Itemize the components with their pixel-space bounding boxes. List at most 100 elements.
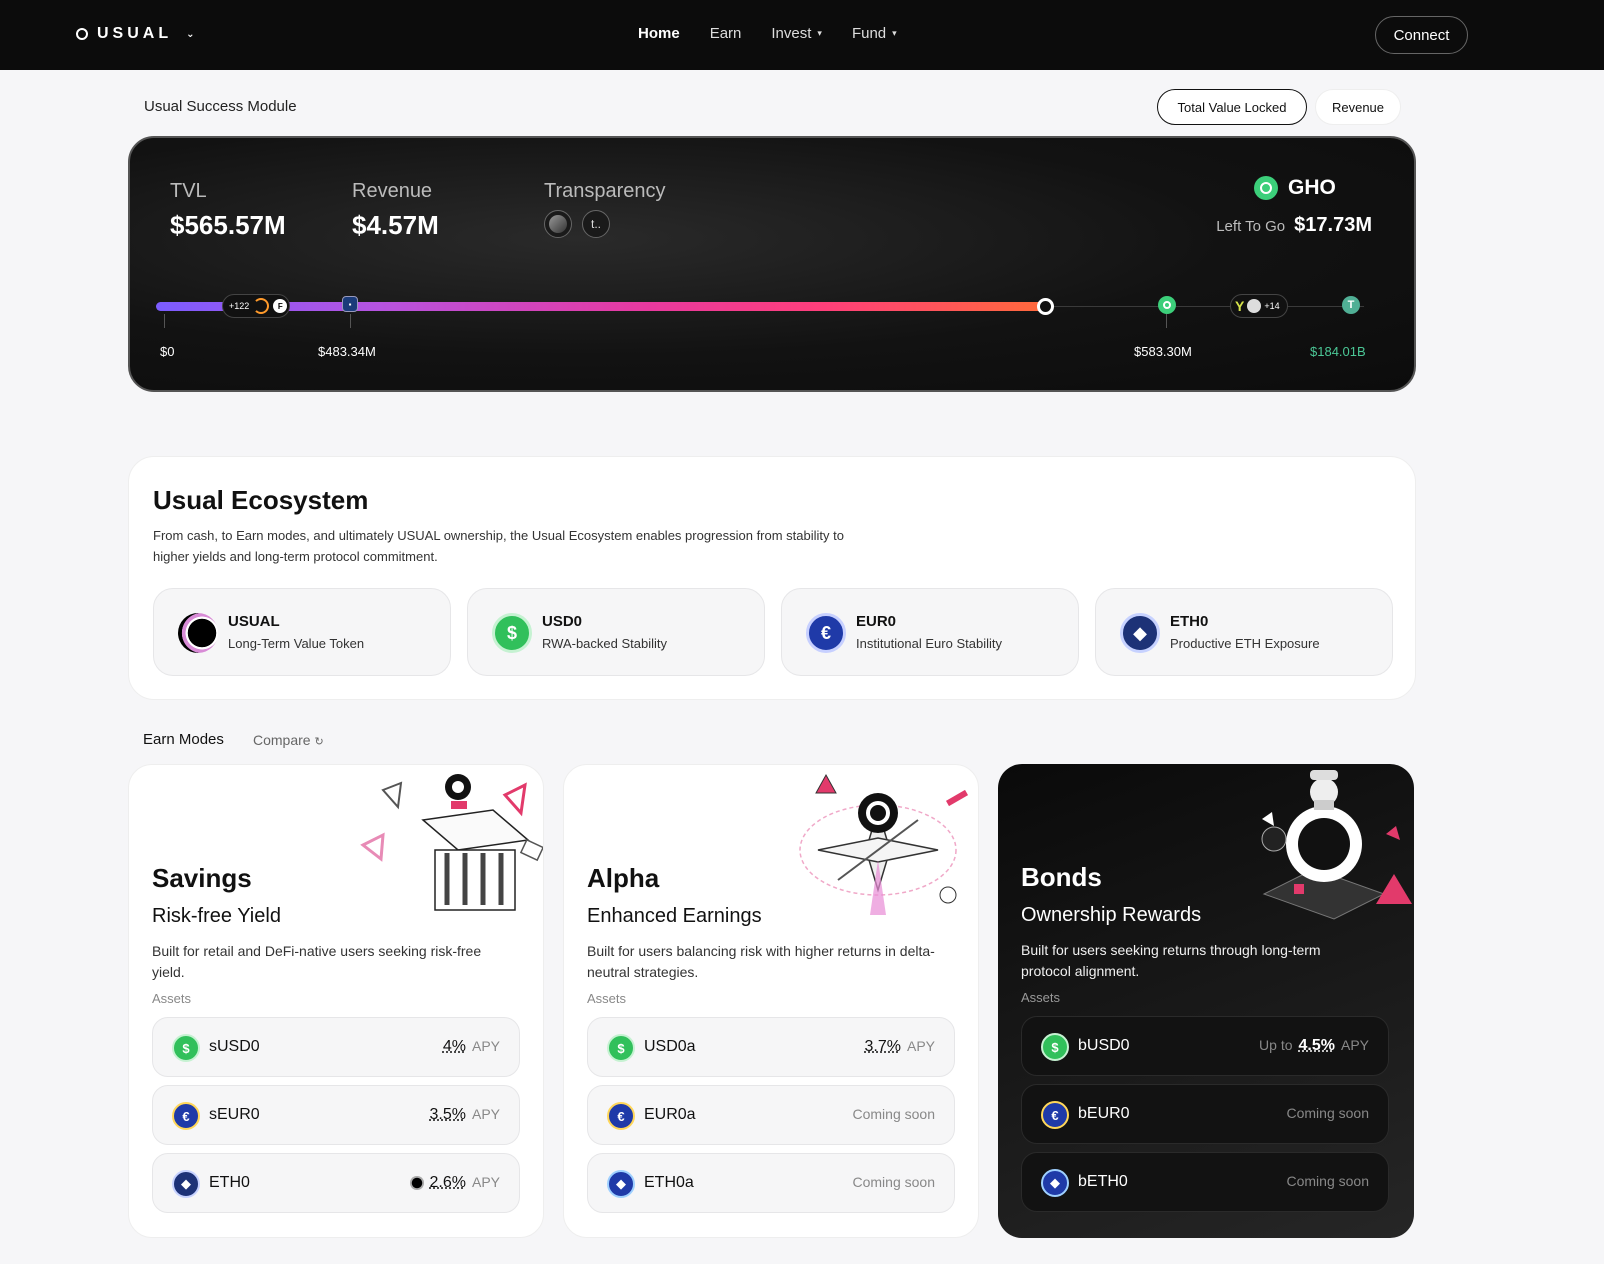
y-logo-icon: Y — [1235, 298, 1245, 314]
token-card-usd0[interactable]: $ USD0 RWA-backed Stability — [467, 588, 765, 676]
tvl-label: TVL — [170, 180, 207, 202]
toggle-total-value-locked[interactable]: Total Value Locked — [1157, 89, 1307, 125]
dollar-icon: $ — [492, 613, 532, 653]
apy-unit: APY — [471, 1038, 500, 1054]
toggle-revenue[interactable]: Revenue — [1315, 89, 1401, 125]
nav-invest[interactable]: Invest ▾ — [771, 25, 822, 42]
token-sub: RWA-backed Stability — [542, 636, 667, 651]
coming-soon: Coming soon — [1286, 1105, 1370, 1121]
dollar-icon: $ — [1041, 1033, 1069, 1061]
progress-knob — [1037, 298, 1054, 315]
asset-row-eth0[interactable]: ◆ ETH0 2.6% APY — [152, 1153, 520, 1213]
more-partners-pill[interactable]: Y +14 — [1230, 294, 1288, 318]
apy-value: 4% — [442, 1038, 466, 1055]
asset-row-seur0[interactable]: € sEUR0 3.5% APY — [152, 1085, 520, 1145]
more-count: +14 — [1264, 301, 1280, 311]
apy-prefix: Up to — [1259, 1037, 1293, 1053]
mode-card-alpha[interactable]: Alpha Enhanced Earnings Built for users … — [563, 764, 979, 1238]
scale-milestone-2: $583.30M — [1134, 344, 1192, 359]
token-name: USUAL — [228, 613, 280, 630]
target-token: GHO — [1254, 176, 1336, 200]
token-card-eth0[interactable]: ◆ ETH0 Productive ETH Exposure — [1095, 588, 1393, 676]
connect-button[interactable]: Connect — [1375, 16, 1468, 54]
mode-card-bonds[interactable]: Bonds Ownership Rewards Built for users … — [998, 764, 1414, 1238]
asset-row-eur0a[interactable]: € EUR0a Coming soon — [587, 1085, 955, 1145]
asset-name: bUSD0 — [1078, 1037, 1130, 1054]
apy-value: 3.7% — [864, 1038, 901, 1055]
mode-subtitle: Risk-free Yield — [152, 905, 281, 927]
asset-apy: Up to 4.5% APY — [1259, 1037, 1369, 1055]
asset-apy: 4% APY — [443, 1038, 500, 1056]
partner-ring-icon — [253, 298, 270, 314]
refresh-icon: ↻ — [314, 736, 324, 748]
module-title: Usual Success Module — [144, 98, 297, 115]
nav-fund-label: Fund — [851, 25, 887, 42]
left-to-go-label: Left To Go — [1216, 218, 1286, 235]
assets-label: Assets — [587, 991, 627, 1006]
asset-apy: 3.7% APY — [865, 1038, 935, 1056]
apy-unit: APY — [906, 1038, 935, 1054]
asset-name: sUSD0 — [209, 1038, 260, 1055]
left-to-go-value: $17.73M — [1294, 214, 1372, 236]
token-name: USD0 — [542, 613, 583, 630]
euro-icon: € — [172, 1102, 200, 1130]
moon-icon[interactable] — [544, 210, 572, 238]
gho-marker-icon[interactable] — [1158, 296, 1176, 314]
left-to-go: Left To Go $17.73M — [1216, 214, 1372, 237]
compare-link[interactable]: Compare ↻ — [253, 732, 324, 748]
token-sub: Productive ETH Exposure — [1170, 636, 1320, 651]
scale-end: $184.01B — [1310, 344, 1366, 359]
scale-milestone-1: $483.34M — [318, 344, 376, 359]
nav-earn[interactable]: Earn — [710, 25, 742, 42]
token-card-usual[interactable]: USUAL Long-Term Value Token — [153, 588, 451, 676]
asset-row-eth0a[interactable]: ◆ ETH0a Coming soon — [587, 1153, 955, 1213]
success-module-card: TVL $565.57M Revenue $4.57M Transparency… — [128, 136, 1416, 392]
token-sub: Long-Term Value Token — [228, 636, 365, 651]
tick-start — [164, 314, 165, 328]
tether-marker-icon[interactable]: T — [1342, 296, 1360, 314]
assets-label: Assets — [1021, 990, 1061, 1005]
transparency-t-icon[interactable]: t.. — [582, 210, 610, 238]
asset-row-beth0[interactable]: ◆ bETH0 Coming soon — [1021, 1152, 1389, 1212]
asset-row-usd0a[interactable]: $ USD0a 3.7% APY — [587, 1017, 955, 1077]
token-name: ETH0 — [1170, 613, 1209, 630]
asset-row-busd0[interactable]: $ bUSD0 Up to 4.5% APY — [1021, 1016, 1389, 1076]
nav-home[interactable]: Home — [638, 25, 680, 42]
partners-count: +122 — [229, 301, 250, 311]
eth-icon: ◆ — [1120, 613, 1160, 653]
transparency-label: Transparency — [544, 180, 666, 202]
dollar-icon: $ — [607, 1034, 635, 1062]
ecosystem-description: From cash, to Earn modes, and ultimately… — [153, 528, 844, 564]
brand-menu[interactable]: USUAL ⌄ — [76, 25, 195, 43]
euro-icon: € — [607, 1102, 635, 1130]
revenue-value: $4.57M — [352, 210, 439, 240]
asset-row-susd0[interactable]: $ sUSD0 4% APY — [152, 1017, 520, 1077]
chevron-down-icon: ⌄ — [186, 28, 195, 40]
asset-row-beur0[interactable]: € bEUR0 Coming soon — [1021, 1084, 1389, 1144]
mode-title: Savings — [152, 863, 252, 893]
asset-name: USD0a — [644, 1038, 696, 1055]
partners-pill[interactable]: +122 F — [222, 294, 290, 318]
asset-name: bEUR0 — [1078, 1105, 1130, 1122]
ecosystem-card: Usual Ecosystem From cash, to Earn modes… — [128, 456, 1416, 700]
nav-home-label: Home — [638, 25, 680, 42]
usyc-marker-icon[interactable]: ▪ — [342, 296, 358, 312]
usual-icon — [178, 613, 218, 653]
mode-card-savings[interactable]: Savings Risk-free Yield Built for retail… — [128, 764, 544, 1238]
apy-unit: APY — [471, 1106, 500, 1122]
revenue-label: Revenue — [352, 180, 433, 202]
top-nav: USUAL ⌄ Home Earn Invest ▾ Fund ▾ Connect — [0, 0, 1604, 70]
eth-icon: ◆ — [172, 1170, 200, 1198]
asset-status: Coming soon — [1287, 1105, 1370, 1121]
mode-title: Alpha — [587, 863, 660, 893]
apy-value: 3.5% — [429, 1106, 466, 1123]
compare-label: Compare — [253, 732, 311, 748]
usual-logo-icon — [76, 28, 88, 40]
apy-unit: APY — [471, 1174, 500, 1190]
token-card-eur0[interactable]: € EUR0 Institutional Euro Stability — [781, 588, 1079, 676]
s-logo-icon — [1247, 299, 1262, 313]
nav-fund[interactable]: Fund ▾ — [852, 25, 897, 42]
mode-subtitle: Ownership Rewards — [1021, 904, 1202, 926]
coming-soon: Coming soon — [852, 1106, 936, 1122]
mode-description: Built for users balancing risk with high… — [587, 943, 935, 980]
